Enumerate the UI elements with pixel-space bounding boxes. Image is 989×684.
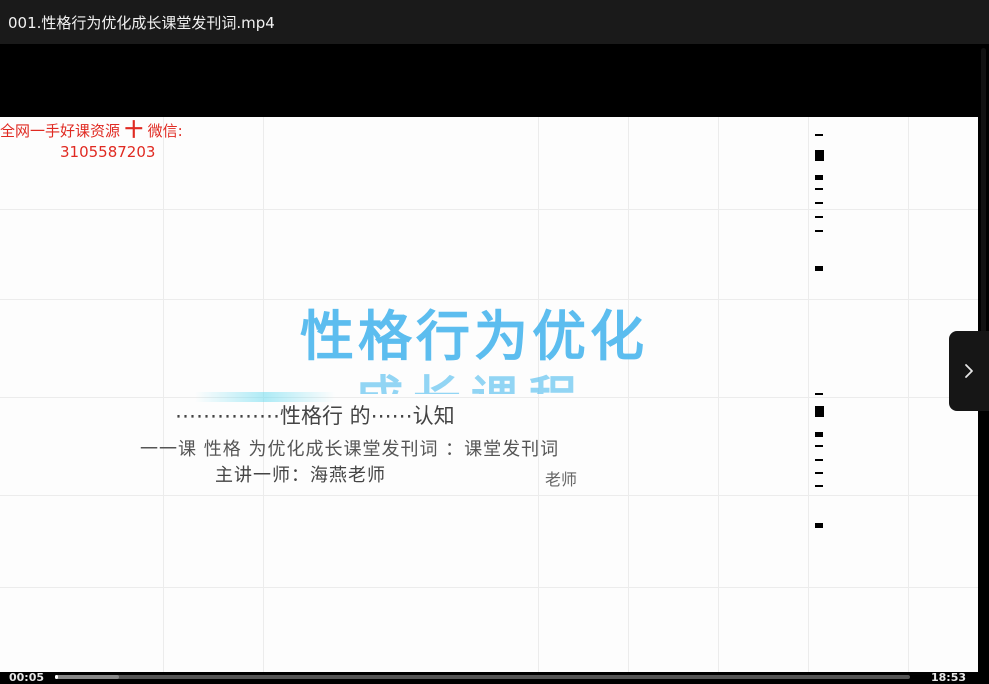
tick-mark xyxy=(815,230,823,232)
grid-line xyxy=(0,209,978,210)
grid-line xyxy=(0,587,978,588)
tick-mark xyxy=(815,216,823,218)
tick-mark xyxy=(815,445,823,447)
tick-mark xyxy=(815,134,823,136)
grid-line xyxy=(908,117,909,672)
tick-mark xyxy=(815,175,823,180)
chevron-right-icon xyxy=(965,364,973,378)
tick-mark xyxy=(815,188,823,190)
total-duration: 18:53 xyxy=(931,671,967,684)
watermark-wechat: 微信: xyxy=(147,122,183,140)
title-bar: 001.性格行为优化成长课堂发刊词.mp4 xyxy=(0,0,989,44)
tick-mark xyxy=(815,393,823,395)
scrollbar-thumb[interactable] xyxy=(981,48,986,348)
subtitle-line1: ⋯⋯⋯⋯⋯性格行 的⋯⋯认知 xyxy=(175,404,455,428)
progress-buffered xyxy=(55,675,120,679)
subtitle-line3: 主讲一师：海燕老师 xyxy=(215,465,386,486)
tick-mark xyxy=(815,523,823,528)
video-file-title: 001.性格行为优化成长课堂发刊词.mp4 xyxy=(8,13,275,32)
watermark-text: 全网一手好课资源 十 微信: 3105587203 xyxy=(0,120,183,163)
grid-line xyxy=(628,117,629,672)
grid-line xyxy=(163,117,164,672)
control-bar: 00:05 18:53 xyxy=(0,672,989,684)
grid-line xyxy=(538,117,539,672)
tick-mark xyxy=(815,406,824,417)
video-player-window: 001.性格行为优化成长课堂发刊词.mp4 全网一手好课资源 十 微信: 310… xyxy=(0,0,989,684)
tick-mark xyxy=(815,432,823,437)
watermark-line1: 全网一手好课资源 xyxy=(0,122,121,140)
video-frame[interactable]: 全网一手好课资源 十 微信: 3105587203 性格行为优化 成长课程 ⋯⋯… xyxy=(0,117,978,672)
subtitle-line2: 一一课 性格 为优化成长课堂发刊词 ：课堂发刊词 xyxy=(140,439,560,460)
watermark-plus: 十 xyxy=(124,120,143,141)
tick-mark xyxy=(815,459,823,461)
tick-mark xyxy=(815,150,824,161)
current-time: 00:05 xyxy=(9,671,45,684)
tick-mark xyxy=(815,202,823,204)
grid-line xyxy=(0,495,978,496)
grid-line xyxy=(718,117,719,672)
watermark-line2: 3105587203 xyxy=(60,143,156,161)
tick-mark xyxy=(815,266,823,271)
progress-bar[interactable] xyxy=(55,675,910,679)
grid-line xyxy=(808,117,809,672)
next-video-button[interactable] xyxy=(949,331,989,411)
tick-mark xyxy=(815,485,823,487)
grid-line xyxy=(0,397,978,398)
tick-mark xyxy=(815,472,823,474)
subtitle-line4: 老师 xyxy=(545,470,578,489)
